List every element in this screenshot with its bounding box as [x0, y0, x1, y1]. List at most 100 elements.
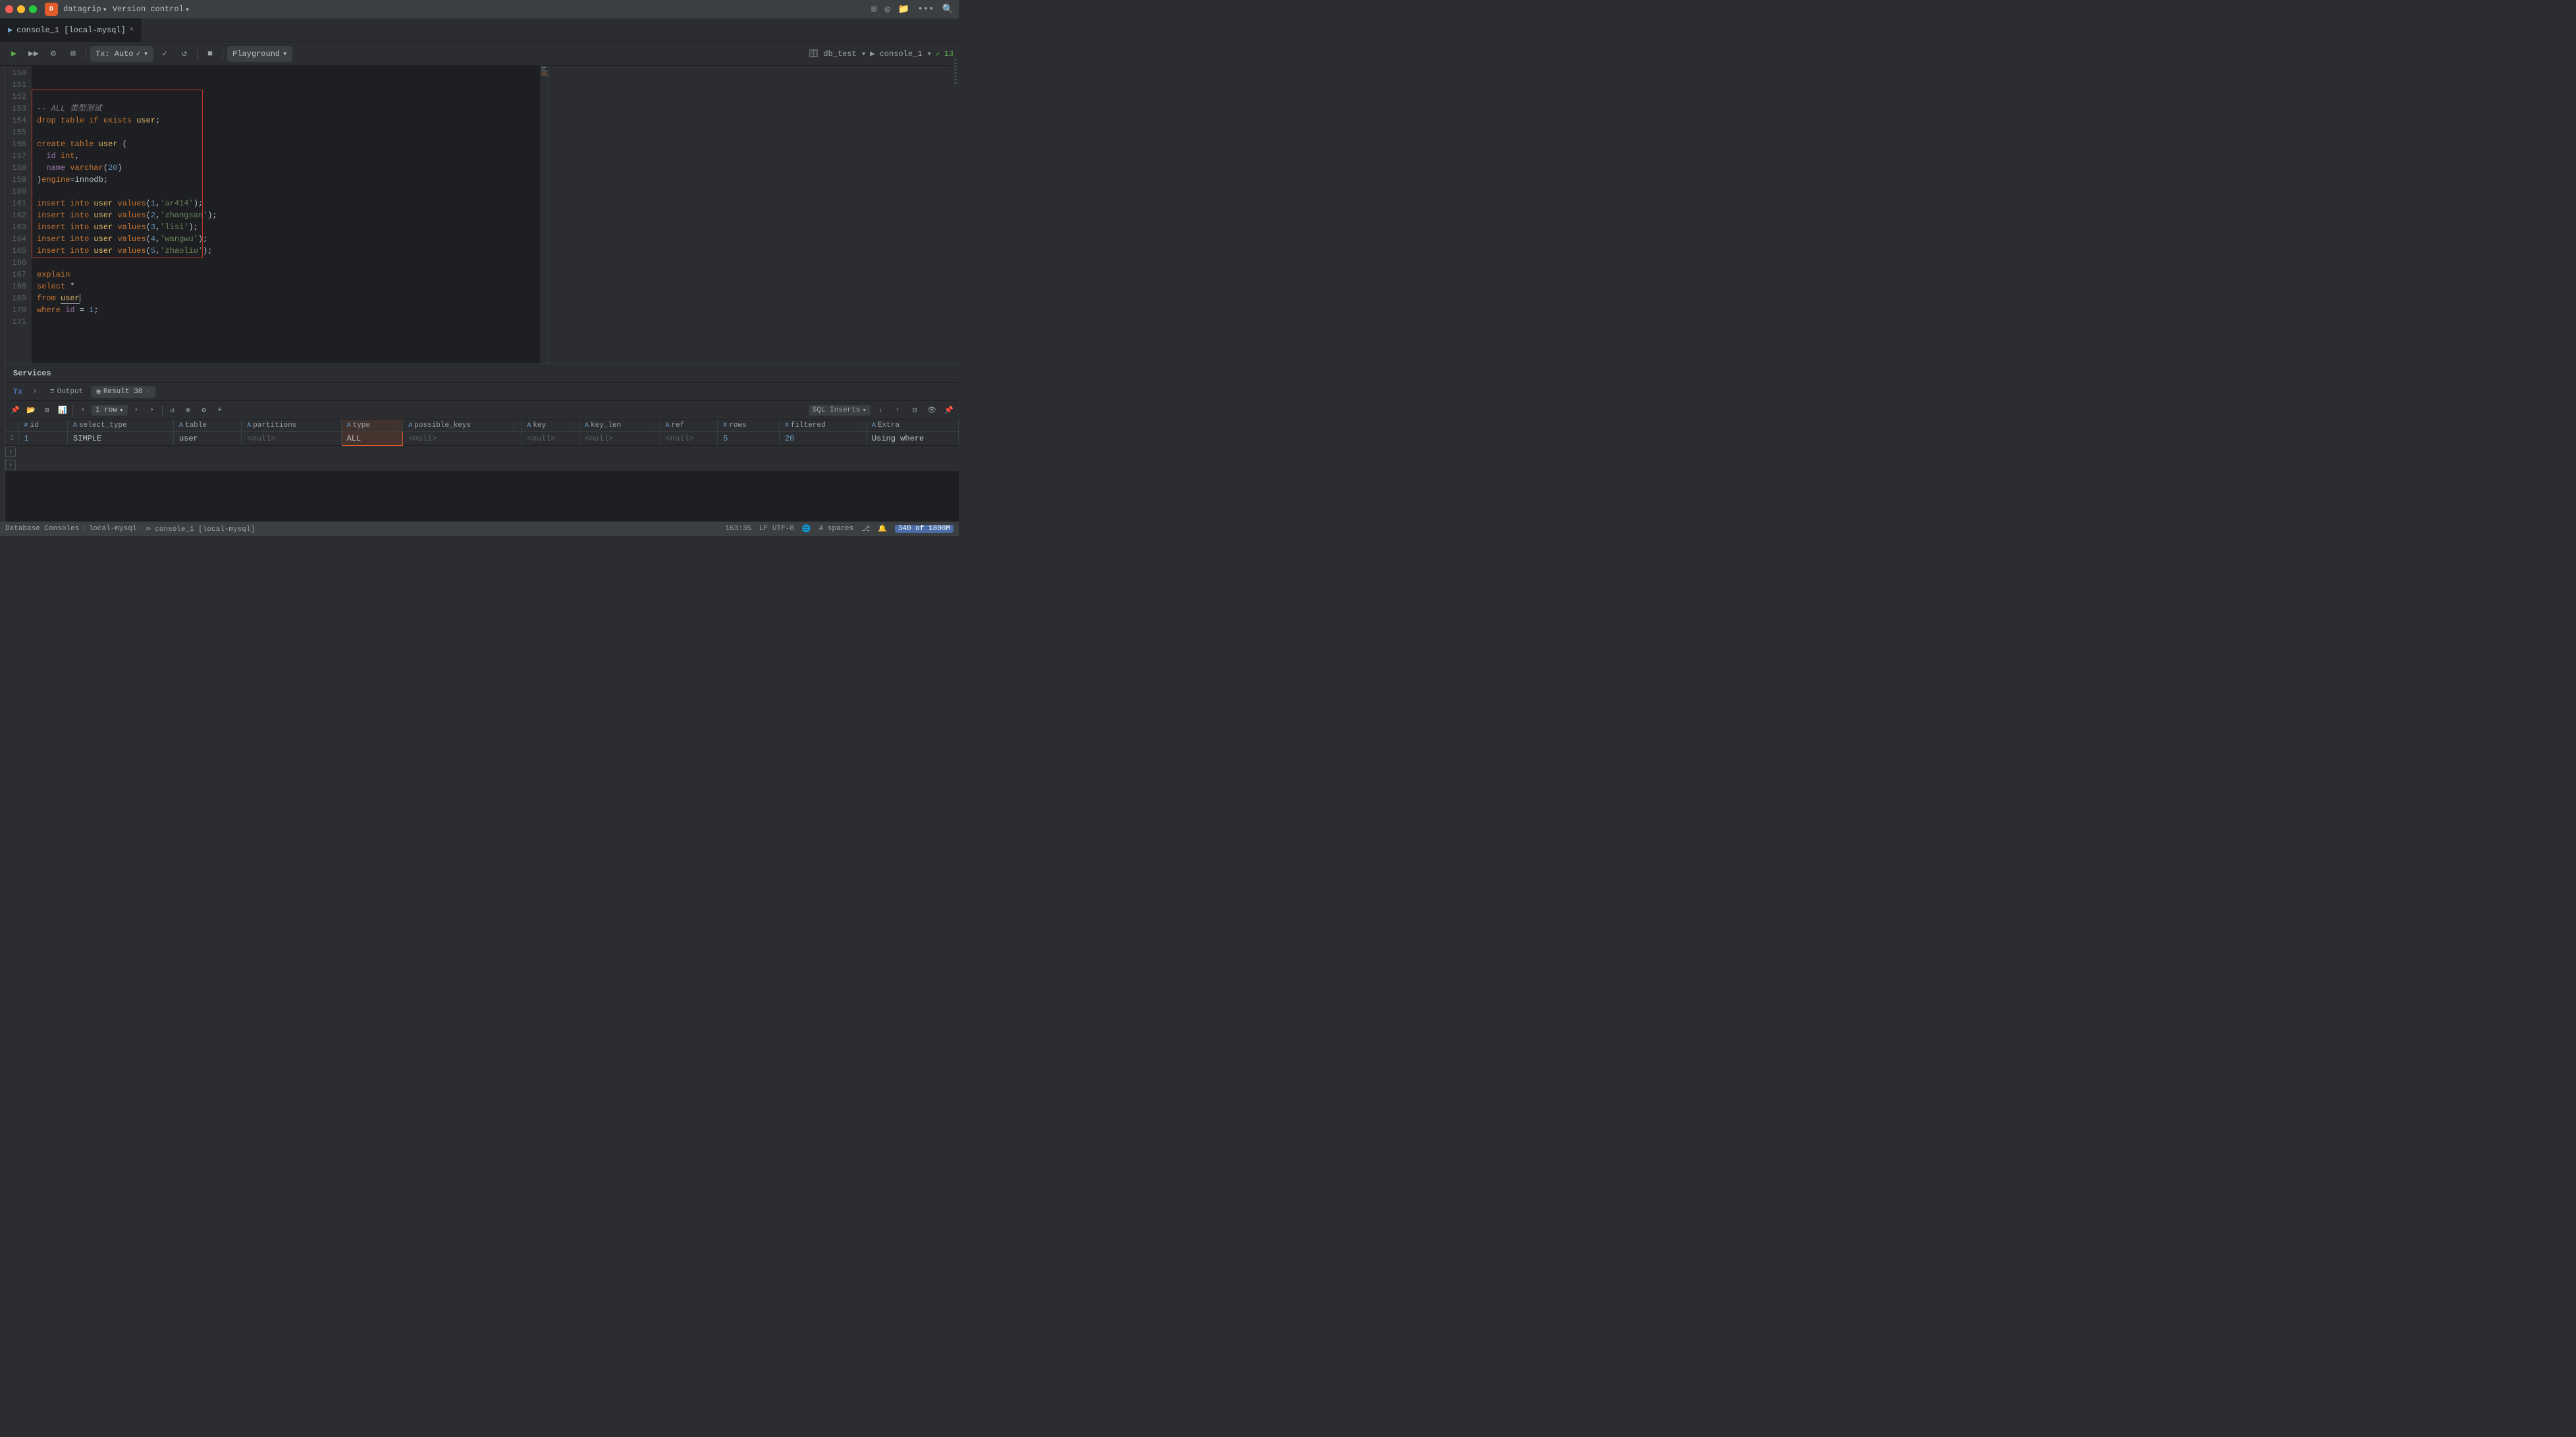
filtered-col-sort[interactable]: ⋮	[855, 422, 861, 429]
row-number: 1	[5, 432, 18, 446]
console-tab-close[interactable]: ×	[130, 26, 134, 34]
result-table[interactable]: # id ⋮ A select_type ⋮	[5, 420, 959, 471]
close-window-button[interactable]	[5, 5, 13, 13]
more-dots-icon[interactable]: •••	[917, 4, 934, 14]
playground-chevron-icon: ▾	[282, 49, 287, 59]
col-header-key-len[interactable]: A key_len ⋮	[579, 420, 660, 432]
ref-col-sort[interactable]: ⋮	[706, 422, 712, 429]
code-line-168: select *	[37, 281, 540, 292]
key-len-col-label: key_len	[591, 421, 621, 429]
export-button[interactable]: ↓	[873, 403, 888, 418]
app-name[interactable]: datagrip ▾	[63, 5, 107, 14]
tab-result-38[interactable]: ⊞ Result 38 ×	[91, 386, 155, 398]
editor-toolbar: ▶ ▶▶ ⚙ ⊞ Tx: Auto ✓ ▾ ✓ ↺ ■ Playground ▾…	[0, 42, 959, 66]
expand-btn-1[interactable]: ›	[5, 447, 16, 457]
table-row[interactable]: 1 1 SIMPLE user <null> ALL <null> <null>…	[5, 432, 959, 446]
cell-rows: 5	[718, 432, 780, 446]
grid-icon[interactable]: ⊞	[871, 4, 876, 15]
tx-chevron-icon: ▾	[144, 49, 148, 59]
run-button[interactable]: ▶	[5, 45, 22, 63]
cancel-query-button[interactable]: ⊗	[181, 403, 196, 418]
table-col-sort[interactable]: ⋮	[230, 422, 236, 429]
version-control-menu[interactable]: Version control ▾	[113, 5, 190, 14]
select-type-col-sort[interactable]: ⋮	[162, 422, 168, 429]
folder-icon[interactable]: 📁	[898, 4, 909, 15]
col-header-partitions[interactable]: A partitions ⋮	[242, 420, 341, 432]
output-icon: ≡	[50, 388, 55, 396]
db-icon: 🗄	[809, 49, 818, 59]
key-col-sort[interactable]: ⋮	[568, 422, 574, 429]
console-tab[interactable]: ▶ console_1 [local-mysql] ×	[0, 18, 142, 41]
key-len-col-sort[interactable]: ⋮	[649, 422, 655, 429]
run-config-button[interactable]: ⚙	[45, 45, 62, 63]
stop-button[interactable]: ■	[201, 45, 219, 63]
services-tabs: Tx › ≡ Output ⊞ Result 38 ×	[5, 383, 959, 401]
tab-output[interactable]: ≡ Output	[45, 387, 88, 397]
col-header-extra[interactable]: A Extra ⋮	[866, 420, 958, 432]
code-editor[interactable]: 150 151 152 153 154 155 156 157 158 159 …	[5, 66, 549, 364]
col-header-table[interactable]: A table ⋮	[173, 420, 241, 432]
execution-badge: ✓	[936, 49, 940, 59]
rows-col-sort[interactable]: ⋮	[768, 422, 774, 429]
expand-btn-2[interactable]: ›	[5, 460, 16, 470]
col-header-filtered[interactable]: # filtered ⋮	[779, 420, 866, 432]
col-header-select-type[interactable]: A select_type ⋮	[68, 420, 174, 432]
search-icon[interactable]: 🔍	[942, 4, 953, 15]
type-col-label: type	[353, 421, 370, 429]
col-header-key[interactable]: A key ⋮	[522, 420, 579, 432]
tx-dropdown[interactable]: Tx: Auto ✓ ▾	[90, 46, 153, 62]
pin-button[interactable]: 📌	[8, 403, 22, 418]
db-label[interactable]: 🗄 db_test ▾	[809, 49, 866, 59]
next-page-button[interactable]: ›	[129, 403, 144, 418]
maximize-window-button[interactable]	[29, 5, 37, 13]
prev-page-button[interactable]: ‹	[76, 403, 90, 418]
rollback-button[interactable]: ↺	[176, 45, 193, 63]
console-label[interactable]: ▶ console_1 ▾	[870, 49, 932, 59]
target-icon[interactable]: ◎	[884, 4, 890, 15]
commit-button[interactable]: ✓	[156, 45, 173, 63]
run-all-button[interactable]: ▶▶	[25, 45, 42, 63]
type-col-sort[interactable]: ⋮	[391, 422, 397, 429]
expand-buttons: › ›	[5, 447, 16, 470]
rows-dropdown[interactable]: 1 row ▾	[92, 405, 128, 416]
col-header-type[interactable]: A type ⋮	[341, 420, 403, 432]
query-settings-button[interactable]: ⚙	[197, 403, 211, 418]
traffic-lights	[5, 5, 37, 13]
playground-dropdown[interactable]: Playground ▾	[227, 46, 292, 62]
id-col-sort[interactable]: ⋮	[56, 422, 62, 429]
col-header-possible-keys[interactable]: A possible_keys ⋮	[403, 420, 522, 432]
possible-keys-col-label: possible_keys	[414, 421, 471, 429]
chart-button[interactable]: 📊	[55, 403, 70, 418]
col-header-rows[interactable]: # rows ⋮	[718, 420, 780, 432]
preview-button[interactable]: 👁	[925, 403, 939, 418]
import-button[interactable]: ↑	[890, 403, 905, 418]
col-header-ref[interactable]: A ref ⋮	[660, 420, 718, 432]
col-header-id[interactable]: # id ⋮	[18, 420, 68, 432]
sql-inserts-dropdown[interactable]: SQL Inserts ▾	[809, 405, 871, 416]
toggle-layout-button[interactable]: ⊞	[65, 45, 82, 63]
services-tx-btn[interactable]: Tx	[11, 385, 25, 399]
type-col-icon: A	[347, 422, 351, 429]
next-page2-button[interactable]: ›	[145, 403, 159, 418]
compare-button[interactable]: ⊟	[907, 403, 922, 418]
pin2-button[interactable]: 📌	[942, 403, 956, 418]
cell-ref: <null>	[660, 432, 718, 446]
output-label: Output	[57, 388, 84, 396]
notifications-icon[interactable]: 🔔	[878, 524, 887, 533]
folder-button[interactable]: 📂	[24, 403, 38, 418]
extra-col-sort[interactable]: ⋮	[947, 422, 953, 429]
cell-partitions: <null>	[242, 432, 341, 446]
add-row-button[interactable]: +	[213, 403, 227, 418]
breadcrumb: Database Consoles › local-mysql › ⊳ cons…	[5, 524, 255, 533]
services-expand-btn[interactable]: ›	[28, 385, 42, 399]
code-content[interactable]: -- ALL 类型测试 drop table if exists user; c…	[32, 66, 540, 364]
table-button[interactable]: ⊞	[40, 403, 54, 418]
sql-inserts-label: SQL Inserts	[813, 406, 861, 414]
minimize-window-button[interactable]	[17, 5, 25, 13]
result-tab-close[interactable]: ×	[146, 389, 149, 395]
possible-keys-col-sort[interactable]: ⋮	[510, 422, 516, 429]
partitions-col-sort[interactable]: ⋮	[330, 422, 336, 429]
language-icon: 🌐	[802, 524, 811, 533]
code-line-151	[37, 79, 540, 91]
refresh-button[interactable]: ↺	[165, 403, 180, 418]
